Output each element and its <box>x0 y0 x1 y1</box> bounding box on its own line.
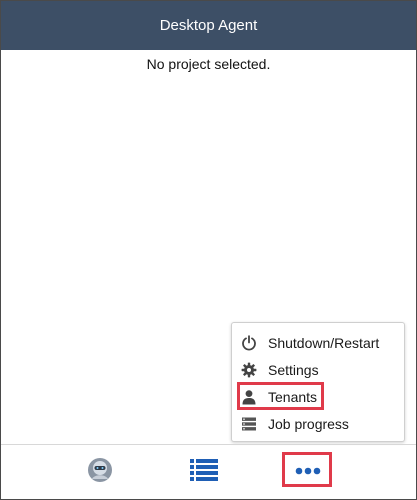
app-window: Desktop Agent No project selected. Shutd… <box>0 0 417 500</box>
menu-item-tenants[interactable]: Tenants <box>240 386 317 408</box>
server-stack-icon <box>240 415 258 433</box>
window-title: Desktop Agent <box>159 17 258 34</box>
power-icon <box>240 334 258 352</box>
tab-list[interactable] <box>184 455 224 489</box>
more-menu: Shutdown/Restart Settings Tenants Job pr… <box>231 322 405 442</box>
gear-icon <box>240 361 258 379</box>
menu-item-label: Settings <box>268 362 319 378</box>
menu-item-label: Job progress <box>268 416 349 432</box>
robot-avatar-icon <box>87 457 113 488</box>
more-dots-icon <box>294 463 322 481</box>
user-icon <box>240 388 258 406</box>
list-icon <box>190 458 218 487</box>
title-bar: Desktop Agent <box>1 1 416 50</box>
status-message: No project selected. <box>146 56 271 72</box>
tab-agent[interactable] <box>80 455 120 489</box>
bottom-navigation <box>1 444 416 500</box>
tab-more[interactable] <box>288 455 328 489</box>
menu-item-label: Shutdown/Restart <box>268 335 380 351</box>
menu-item-job-progress[interactable]: Job progress <box>240 413 349 435</box>
menu-item-settings[interactable]: Settings <box>240 359 319 381</box>
menu-item-shutdown-restart[interactable]: Shutdown/Restart <box>240 332 379 354</box>
menu-item-label: Tenants <box>268 389 318 405</box>
